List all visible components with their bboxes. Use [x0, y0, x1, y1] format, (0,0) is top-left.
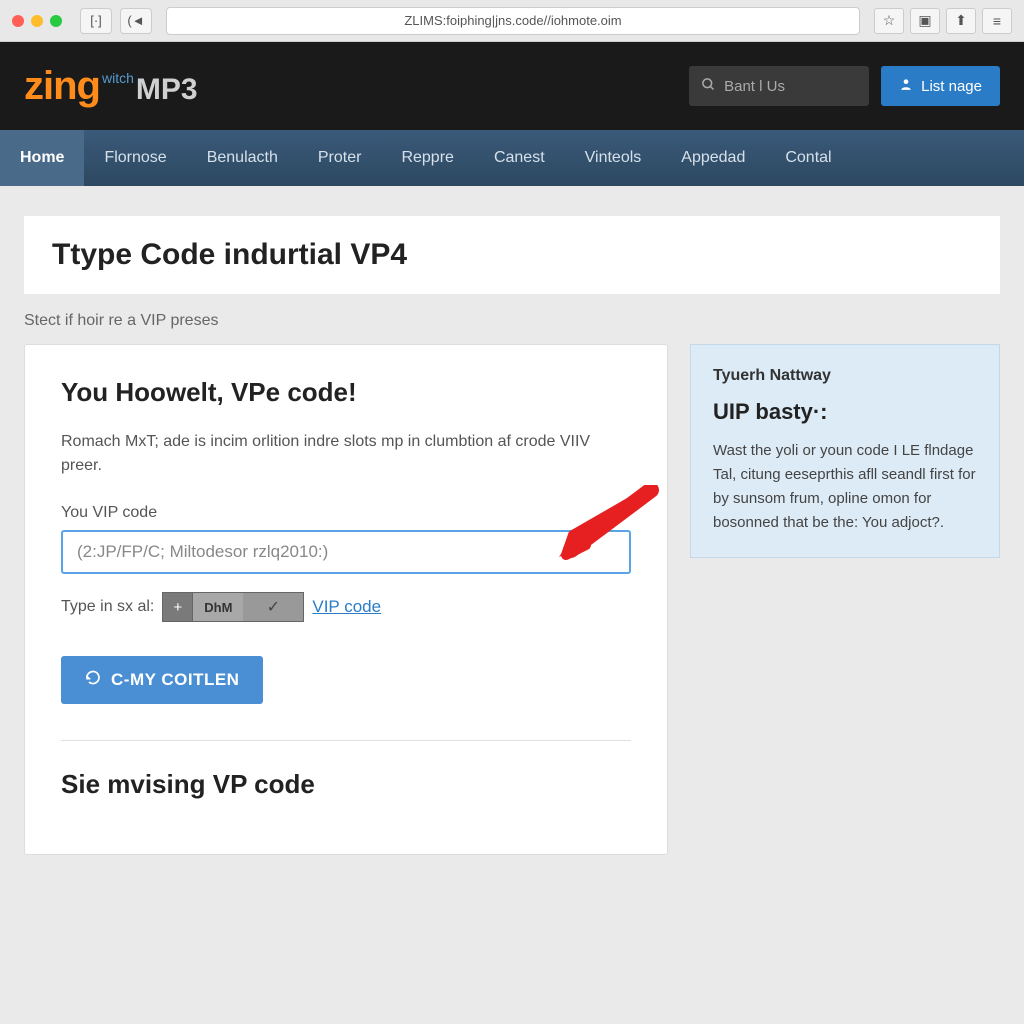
reader-button[interactable]: ▣: [910, 8, 940, 34]
search-box[interactable]: Bant l Us: [689, 66, 869, 106]
url-text: ZLIMS:foiphing|jns.code//iohmote.oim: [404, 13, 621, 28]
nav-contal[interactable]: Contal: [765, 130, 851, 186]
nav-appedad[interactable]: Appedad: [661, 130, 765, 186]
code-entry-card: You Hoowelt, VPe code! Romach MxT; ade i…: [24, 344, 668, 855]
quantity-stepper[interactable]: + DhM ✓: [162, 592, 304, 622]
forward-icon: (◄: [127, 13, 144, 28]
vip-code-input[interactable]: [61, 530, 631, 574]
stepper-confirm[interactable]: ✓: [243, 593, 303, 621]
user-icon: [899, 77, 913, 95]
sidebar-column: Tyuerh Nattway UIP basty·: Wast the yoli…: [690, 344, 1000, 855]
menu-button[interactable]: ≡: [982, 8, 1012, 34]
code-field-label: You VIP code: [61, 504, 631, 522]
stepper-value: DhM: [193, 593, 243, 621]
submit-button[interactable]: C-MY COITLEN: [61, 656, 263, 704]
header-right: Bant l Us List nage: [689, 66, 1000, 106]
type-row: Type in sx al: + DhM ✓ VIP code: [61, 592, 631, 622]
nav-flornose[interactable]: Flornose: [84, 130, 186, 186]
sidebar-text: Wast the yoli or youn code I LE flndage …: [713, 439, 977, 535]
check-icon: ✓: [267, 597, 280, 617]
traffic-lights: [12, 15, 62, 27]
section2-title: Sie mvising VP code: [61, 769, 631, 800]
chrome-right-controls: ☆ ▣ ⬆ ≡: [874, 8, 1012, 34]
content-area: Ttype Code indurtial VP4 Stect if hoir r…: [0, 186, 1024, 1024]
minimize-window-icon[interactable]: [31, 15, 43, 27]
share-icon: ⬆: [955, 12, 967, 29]
main-nav: Home Flornose Benulacth Proter Reppre Ca…: [0, 130, 1024, 186]
search-icon: [701, 77, 716, 96]
login-button[interactable]: List nage: [881, 66, 1000, 106]
nav-reppre[interactable]: Reppre: [381, 130, 473, 186]
logo[interactable]: zing witch MP3: [24, 64, 198, 109]
nav-vinteols[interactable]: Vinteols: [565, 130, 662, 186]
share-button[interactable]: ⬆: [946, 8, 976, 34]
logo-witch: witch: [102, 70, 134, 86]
submit-label: C-MY COITLEN: [111, 670, 239, 690]
sidebar-label: Tyuerh Nattway: [713, 367, 977, 385]
vip-code-link[interactable]: VIP code: [312, 597, 381, 617]
card-heading: You Hoowelt, VPe code!: [61, 377, 631, 408]
logo-zing: zing: [24, 64, 100, 109]
sidebar-info-box: Tyuerh Nattway UIP basty·: Wast the yoli…: [690, 344, 1000, 558]
close-window-icon[interactable]: [12, 15, 24, 27]
page-title-box: Ttype Code indurtial VP4: [24, 216, 1000, 294]
code-input-wrap: [61, 530, 631, 574]
page-subtitle: Stect if hoir re a VIP preses: [24, 312, 1000, 330]
logo-mp3: MP3: [136, 73, 198, 107]
main-column: You Hoowelt, VPe code! Romach MxT; ade i…: [24, 344, 668, 855]
refresh-icon: [85, 670, 101, 691]
sidebar-title: UIP basty·:: [713, 399, 977, 425]
nav-benulacth[interactable]: Benulacth: [187, 130, 298, 186]
nav-proter[interactable]: Proter: [298, 130, 382, 186]
browser-chrome: [·] (◄ ZLIMS:foiphing|jns.code//iohmote.…: [0, 0, 1024, 42]
page-title: Ttype Code indurtial VP4: [52, 238, 972, 272]
forward-button[interactable]: (◄: [120, 8, 152, 34]
reader-icon: ▣: [918, 12, 931, 29]
stepper-plus-button[interactable]: +: [163, 593, 193, 621]
maximize-window-icon[interactable]: [50, 15, 62, 27]
nav-home[interactable]: Home: [0, 130, 84, 186]
star-icon: ☆: [883, 12, 896, 29]
search-placeholder: Bant l Us: [724, 78, 785, 95]
url-bar[interactable]: ZLIMS:foiphing|jns.code//iohmote.oim: [166, 7, 860, 35]
two-column-layout: You Hoowelt, VPe code! Romach MxT; ade i…: [24, 344, 1000, 855]
plus-icon: +: [173, 599, 182, 616]
divider: [61, 740, 631, 741]
type-label: Type in sx al:: [61, 598, 154, 616]
site-header: zing witch MP3 Bant l Us List nage: [0, 42, 1024, 130]
card-description: Romach MxT; ade is incim orlition indre …: [61, 430, 631, 478]
back-icon: [·]: [90, 13, 102, 28]
nav-canest[interactable]: Canest: [474, 130, 565, 186]
menu-icon: ≡: [993, 13, 1001, 29]
login-label: List nage: [921, 78, 982, 95]
bookmark-button[interactable]: ☆: [874, 8, 904, 34]
back-button[interactable]: [·]: [80, 8, 112, 34]
